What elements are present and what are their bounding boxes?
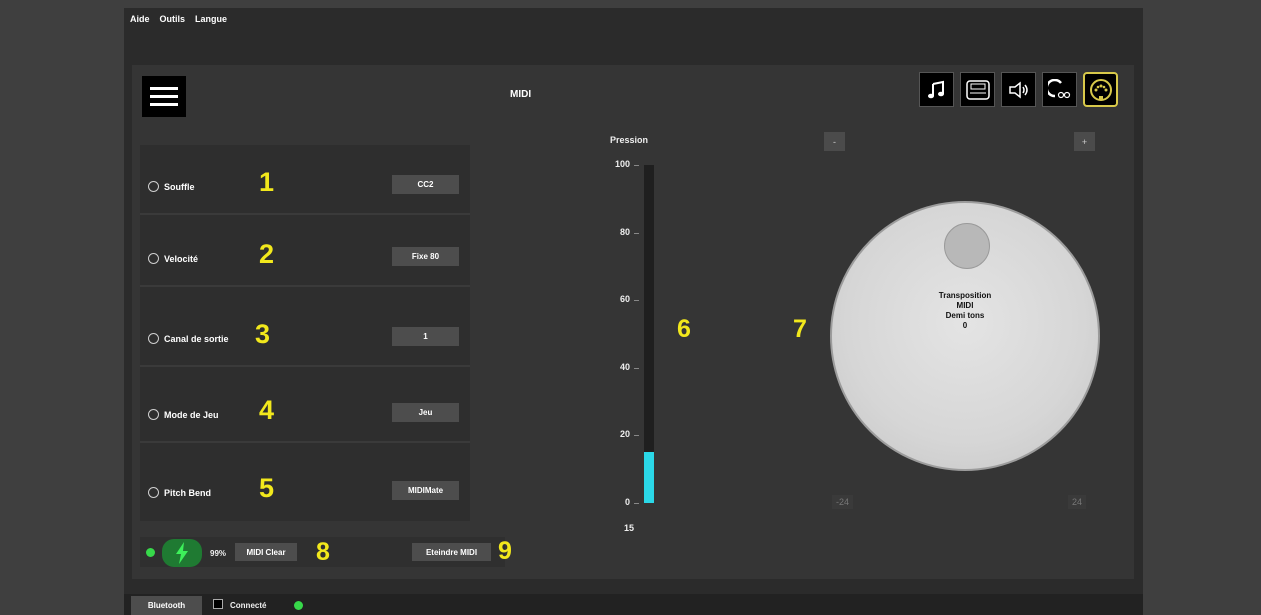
knob-line-midi: MIDI: [956, 301, 974, 310]
tool-button-display[interactable]: [960, 72, 995, 107]
radio-canal[interactable]: [148, 333, 159, 344]
setting-label: Mode de Jeu: [164, 410, 219, 420]
connected-label: Connecté: [230, 601, 267, 610]
pressure-tick-mark: [634, 435, 639, 437]
callout-number: 1: [259, 167, 275, 197]
pressure-tick-label: 40: [619, 361, 630, 372]
pressure-tick-mark: [634, 232, 639, 234]
pressure-value: 15: [624, 523, 635, 533]
pressure-tick-label: 100: [614, 159, 630, 169]
pressure-tick-label: 0: [624, 497, 630, 507]
pressure-tick-mark: [634, 165, 639, 166]
knob-handle[interactable]: [944, 223, 990, 269]
mode-value-button[interactable]: Jeu: [392, 403, 459, 422]
pitch-bend-value-button[interactable]: MIDIMate: [392, 481, 459, 500]
menu-aide[interactable]: Aide: [130, 14, 150, 24]
menu-bar-line-icon: [150, 103, 178, 106]
pressure-tick-mark: [634, 503, 639, 504]
menu-bar-line-icon: [150, 87, 178, 90]
setting-row-mode: Mode de Jeu 4 Jeu: [140, 373, 470, 443]
status-bar: 99% MIDI Clear 8 Eteindre MIDI: [140, 537, 505, 567]
velocite-value-button[interactable]: Fixe 80: [392, 247, 459, 266]
transposition-knob[interactable]: Transposition MIDI Demi tons 0: [830, 201, 1100, 471]
midi-connector-icon: [1089, 78, 1112, 101]
souffle-value-button[interactable]: CC2: [392, 175, 459, 194]
tool-button-sound[interactable]: [1001, 72, 1036, 107]
menu-bar-line-icon: [150, 95, 178, 98]
toolbar: [919, 72, 1118, 107]
footer-bar: Bluetooth Connecté: [124, 594, 1143, 615]
setting-row-velocite: Velocité 2 Fixe 80: [140, 217, 470, 287]
radio-pitch-bend[interactable]: [148, 487, 159, 498]
music-note-icon: [927, 80, 944, 98]
pressure-fill: [644, 452, 654, 503]
page-title: MIDI: [510, 89, 532, 100]
battery-button[interactable]: [162, 539, 202, 567]
menu-bar: Aide Outils Langue: [124, 8, 1143, 30]
transpose-increment-button[interactable]: +: [1074, 132, 1095, 151]
tool-button-midi[interactable]: [1083, 72, 1118, 107]
speaker-icon: [1008, 80, 1028, 99]
callout-number: 3: [255, 319, 271, 349]
radio-mode[interactable]: [148, 409, 159, 420]
knob-readout: Transposition MIDI Demi tons 0: [832, 291, 1098, 331]
radio-souffle[interactable]: [148, 181, 159, 192]
pressure-tick-mark: [634, 300, 639, 302]
midi-off-button[interactable]: Eteindre MIDI: [412, 543, 491, 561]
pressure-tick-label: 80: [619, 226, 630, 237]
knob-line-value: 0: [962, 321, 968, 330]
keyboard-display-icon: [965, 79, 990, 100]
midi-clear-button[interactable]: MIDI Clear: [235, 543, 297, 561]
pressure-tick-label: 60: [619, 294, 630, 305]
bluetooth-button[interactable]: Bluetooth: [131, 596, 202, 615]
setting-row-canal: Canal de sortie 3 1: [140, 297, 470, 367]
callout-number: 5: [259, 473, 275, 503]
setting-label: Velocité: [164, 254, 199, 264]
setting-row-pitch-bend: Pitch Bend 5 MIDIMate: [140, 451, 470, 521]
transpose-min-label: -24: [832, 495, 854, 509]
transpose-max-label: 24: [1068, 495, 1087, 509]
settings-list: Souffle 1 CC2 Velocité 2 Fixe 80 Canal d…: [140, 145, 470, 521]
app-window: Aide Outils Langue MIDI Souffle 1 CC2 Ve…: [124, 8, 1143, 615]
hamburger-menu-button[interactable]: [142, 76, 186, 117]
callout-number: 6: [677, 315, 691, 343]
loop-icon: [1047, 78, 1070, 98]
radio-velocite[interactable]: [148, 253, 159, 264]
pressure-label: Pression: [610, 135, 649, 145]
lightning-bolt-icon: [176, 542, 188, 564]
pressure-gauge: [644, 165, 654, 503]
tool-button-music[interactable]: [919, 72, 954, 107]
canal-value-button[interactable]: 1: [392, 327, 459, 346]
setting-label: Canal de sortie: [164, 334, 229, 344]
connected-checkbox[interactable]: [213, 599, 223, 609]
pressure-tick-label: 20: [619, 429, 630, 440]
callout-number: 8: [316, 538, 330, 566]
connection-indicator-dot: [294, 601, 303, 610]
knob-line-title: Transposition: [938, 291, 992, 300]
setting-row-souffle: Souffle 1 CC2: [140, 145, 470, 215]
status-indicator-dot: [146, 548, 155, 557]
callout-number: 9: [498, 537, 512, 565]
knob-line-unit: Demi tons: [945, 311, 985, 320]
menu-langue[interactable]: Langue: [195, 14, 227, 24]
setting-label: Pitch Bend: [164, 488, 212, 498]
callout-number: 2: [259, 239, 275, 269]
menu-outils[interactable]: Outils: [160, 14, 186, 24]
pressure-tick-mark: [634, 367, 639, 369]
battery-percent: 99%: [210, 549, 227, 558]
setting-label: Souffle: [164, 182, 195, 192]
transpose-decrement-button[interactable]: -: [824, 132, 845, 151]
tool-button-loop[interactable]: [1042, 72, 1077, 107]
midi-panel: MIDI Souffle 1 CC2 Velocité 2 Fixe 80 Ca…: [132, 65, 1134, 579]
callout-number: 4: [259, 395, 275, 425]
callout-number: 7: [793, 315, 807, 343]
